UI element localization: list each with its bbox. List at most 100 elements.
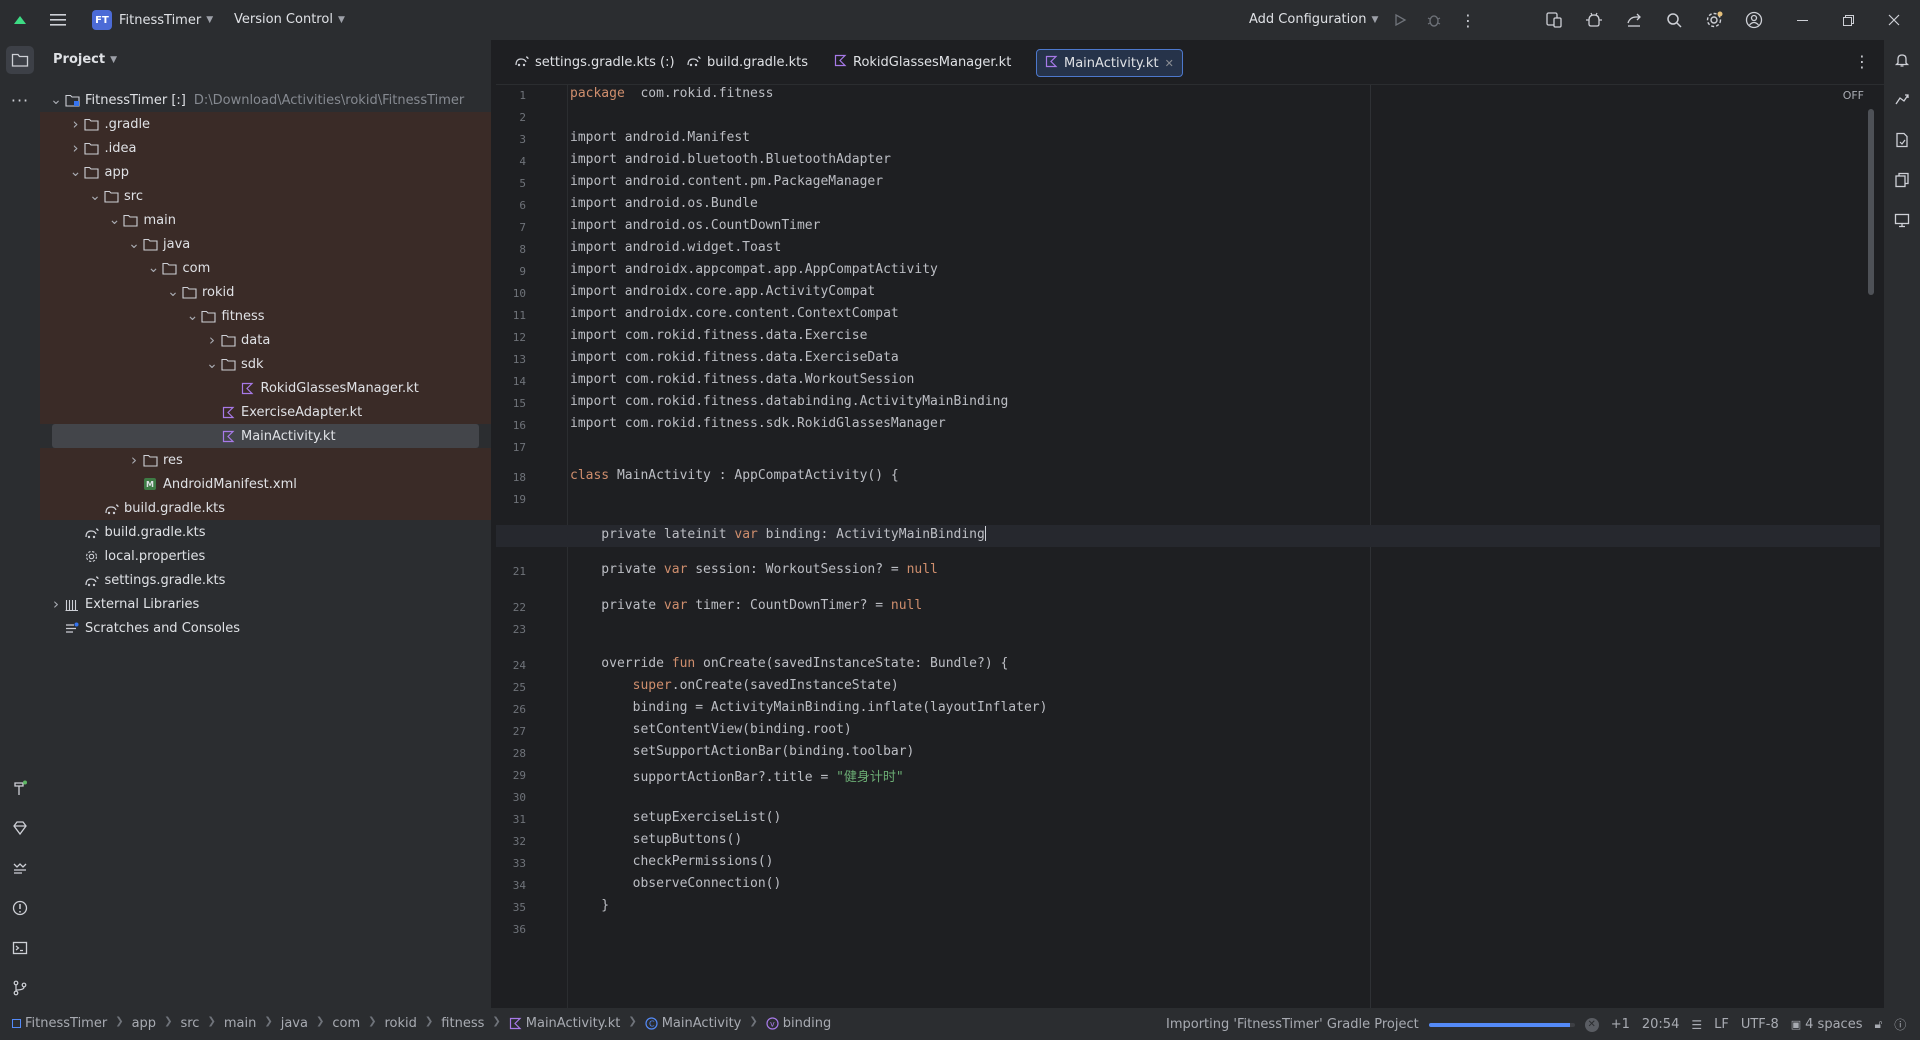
- tree-item[interactable]: › .gradle: [40, 112, 491, 136]
- reader-mode-indicator[interactable]: OFF: [1843, 89, 1864, 102]
- tree-item[interactable]: ⌄ sdk: [40, 352, 491, 376]
- search-everywhere-button[interactable]: [1660, 6, 1688, 34]
- chevron-right-icon[interactable]: ›: [68, 115, 84, 133]
- device-manager-button[interactable]: [1540, 6, 1568, 34]
- chevron-right-icon[interactable]: ›: [126, 451, 142, 469]
- inlay-hints-icon[interactable]: ☰: [1691, 1018, 1702, 1032]
- breadcrumb-item[interactable]: app: [132, 1016, 156, 1031]
- chevron-right-icon[interactable]: ›: [204, 331, 220, 349]
- gemini-button[interactable]: [1888, 86, 1916, 114]
- run-button[interactable]: [1386, 6, 1414, 34]
- code-line[interactable]: checkPermissions(): [570, 854, 774, 869]
- version-control-menu[interactable]: Version Control ▼: [234, 12, 345, 27]
- tree-item[interactable]: › External Libraries: [40, 592, 491, 616]
- indent-settings[interactable]: ▣ 4 spaces: [1791, 1017, 1863, 1032]
- code-line[interactable]: import com.rokid.fitness.databinding.Act…: [570, 394, 1008, 409]
- tree-item[interactable]: ⌄ src: [40, 184, 491, 208]
- background-task-indicator[interactable]: Importing 'FitnessTimer' Gradle Project …: [1166, 1016, 1906, 1033]
- caret-position[interactable]: 20:54: [1642, 1017, 1679, 1032]
- breadcrumb-item[interactable]: rokid: [385, 1016, 417, 1031]
- project-view-selector[interactable]: Project ▼: [53, 52, 117, 67]
- code-line[interactable]: import androidx.core.app.ActivityCompat: [570, 284, 875, 299]
- emulator-button[interactable]: [1888, 206, 1916, 234]
- tree-item[interactable]: › res: [40, 448, 491, 472]
- tree-item[interactable]: ⌄ fitness: [40, 304, 491, 328]
- tree-item[interactable]: settings.gradle.kts: [40, 568, 491, 592]
- tree-item[interactable]: local.properties: [40, 544, 491, 568]
- code-line[interactable]: class MainActivity : AppCompatActivity()…: [570, 468, 899, 483]
- editor-tab[interactable]: settings.gradle.kts (:): [506, 49, 683, 75]
- tree-item[interactable]: ExerciseAdapter.kt: [40, 400, 491, 424]
- cancel-task-button[interactable]: ✕: [1584, 1017, 1599, 1032]
- tree-item[interactable]: RokidGlassesManager.kt: [40, 376, 491, 400]
- code-line[interactable]: setSupportActionBar(binding.toolbar): [570, 744, 915, 759]
- breadcrumb-item[interactable]: fitness: [441, 1016, 484, 1031]
- breadcrumb-item[interactable]: src: [180, 1016, 199, 1031]
- code-line[interactable]: import androidx.core.content.ContextComp…: [570, 306, 899, 321]
- tree-item[interactable]: › data: [40, 328, 491, 352]
- editor-tab[interactable]: RokidGlassesManager.kt: [826, 49, 1019, 75]
- chevron-down-icon[interactable]: ⌄: [68, 165, 84, 179]
- chevron-down-icon[interactable]: ⌄: [87, 189, 103, 203]
- more-tool-windows-button[interactable]: ···: [6, 86, 34, 114]
- debug-button[interactable]: [1420, 6, 1448, 34]
- tree-item[interactable]: ⌄ rokid: [40, 280, 491, 304]
- code-line[interactable]: setContentView(binding.root): [570, 722, 852, 737]
- chevron-right-icon[interactable]: ›: [68, 139, 84, 157]
- chevron-down-icon[interactable]: ⌄: [48, 93, 64, 107]
- chevron-down-icon[interactable]: ⌄: [165, 285, 181, 299]
- code-line[interactable]: super.onCreate(savedInstanceState): [570, 678, 899, 693]
- code-line[interactable]: override fun onCreate(savedInstanceState…: [570, 656, 1008, 671]
- project-switcher[interactable]: FT FitnessTimer ▼: [92, 10, 213, 30]
- code-line[interactable]: import android.widget.Toast: [570, 240, 781, 255]
- editor-tab[interactable]: build.gradle.kts: [678, 49, 816, 75]
- device-explorer-button[interactable]: [1888, 166, 1916, 194]
- chevron-down-icon[interactable]: ⌄: [126, 237, 142, 251]
- tree-item[interactable]: build.gradle.kts: [40, 520, 491, 544]
- breadcrumb-item[interactable]: MainActivity.kt: [509, 1016, 620, 1031]
- chevron-down-icon[interactable]: ⌄: [146, 261, 162, 275]
- tree-item[interactable]: ⌄ FitnessTimer [:] D:\Download\Activities\…: [40, 88, 491, 112]
- code-line[interactable]: import androidx.appcompat.app.AppCompatA…: [570, 262, 938, 277]
- version-control-tool-button[interactable]: [6, 974, 34, 1002]
- restore-window-button[interactable]: [1834, 6, 1862, 34]
- line-separator[interactable]: LF: [1714, 1017, 1729, 1032]
- code-line[interactable]: private var timer: CountDownTimer? = nul…: [570, 598, 922, 613]
- breadcrumb-item[interactable]: FitnessTimer: [12, 1016, 107, 1031]
- code-line[interactable]: }: [570, 898, 609, 913]
- code-line[interactable]: import android.Manifest: [570, 130, 750, 145]
- project-tool-button[interactable]: [6, 46, 34, 74]
- run-configuration-selector[interactable]: Add Configuration ▼: [1249, 12, 1378, 27]
- breadcrumb-item[interactable]: C MainActivity: [645, 1016, 741, 1031]
- code-line[interactable]: supportActionBar?.title = "健身计时": [570, 766, 904, 785]
- code-line[interactable]: package com.rokid.fitness: [570, 86, 774, 101]
- chevron-down-icon[interactable]: ⌄: [185, 309, 201, 323]
- code-line[interactable]: private var session: WorkoutSession? = n…: [570, 562, 938, 577]
- code-line[interactable]: import android.bluetooth.BluetoothAdapte…: [570, 152, 891, 167]
- app-inspection-button[interactable]: [1580, 6, 1608, 34]
- extra-tasks-count[interactable]: +1: [1611, 1017, 1630, 1032]
- close-tab-icon[interactable]: ✕: [1165, 57, 1174, 70]
- tree-item[interactable]: ⌄ app: [40, 160, 491, 184]
- tree-item[interactable]: ⌄ main: [40, 208, 491, 232]
- code-line[interactable]: import com.rokid.fitness.data.ExerciseDa…: [570, 350, 899, 365]
- settings-button[interactable]: [1700, 6, 1728, 34]
- resource-manager-button[interactable]: [6, 814, 34, 842]
- event-log-icon[interactable]: ⓘ: [1894, 1016, 1906, 1033]
- code-line[interactable]: setupButtons(): [570, 832, 743, 847]
- file-encoding[interactable]: UTF-8: [1741, 1017, 1779, 1032]
- close-window-button[interactable]: [1880, 6, 1908, 34]
- code-line[interactable]: observeConnection(): [570, 876, 782, 891]
- tree-item[interactable]: M AndroidManifest.xml: [40, 472, 491, 496]
- chevron-right-icon[interactable]: ›: [48, 595, 64, 613]
- main-menu-button[interactable]: [44, 6, 72, 34]
- account-button[interactable]: [1740, 6, 1768, 34]
- editor-tab[interactable]: MainActivity.kt ✕: [1036, 49, 1183, 77]
- breadcrumb-item[interactable]: java: [281, 1016, 308, 1031]
- breadcrumb-item[interactable]: main: [224, 1016, 256, 1031]
- tree-item[interactable]: Scratches and Consoles: [40, 616, 491, 640]
- tree-item[interactable]: › .idea: [40, 136, 491, 160]
- chevron-down-icon[interactable]: ⌄: [204, 357, 220, 371]
- tree-item[interactable]: ⌄ java: [40, 232, 491, 256]
- code-line[interactable]: binding = ActivityMainBinding.inflate(la…: [570, 700, 1048, 715]
